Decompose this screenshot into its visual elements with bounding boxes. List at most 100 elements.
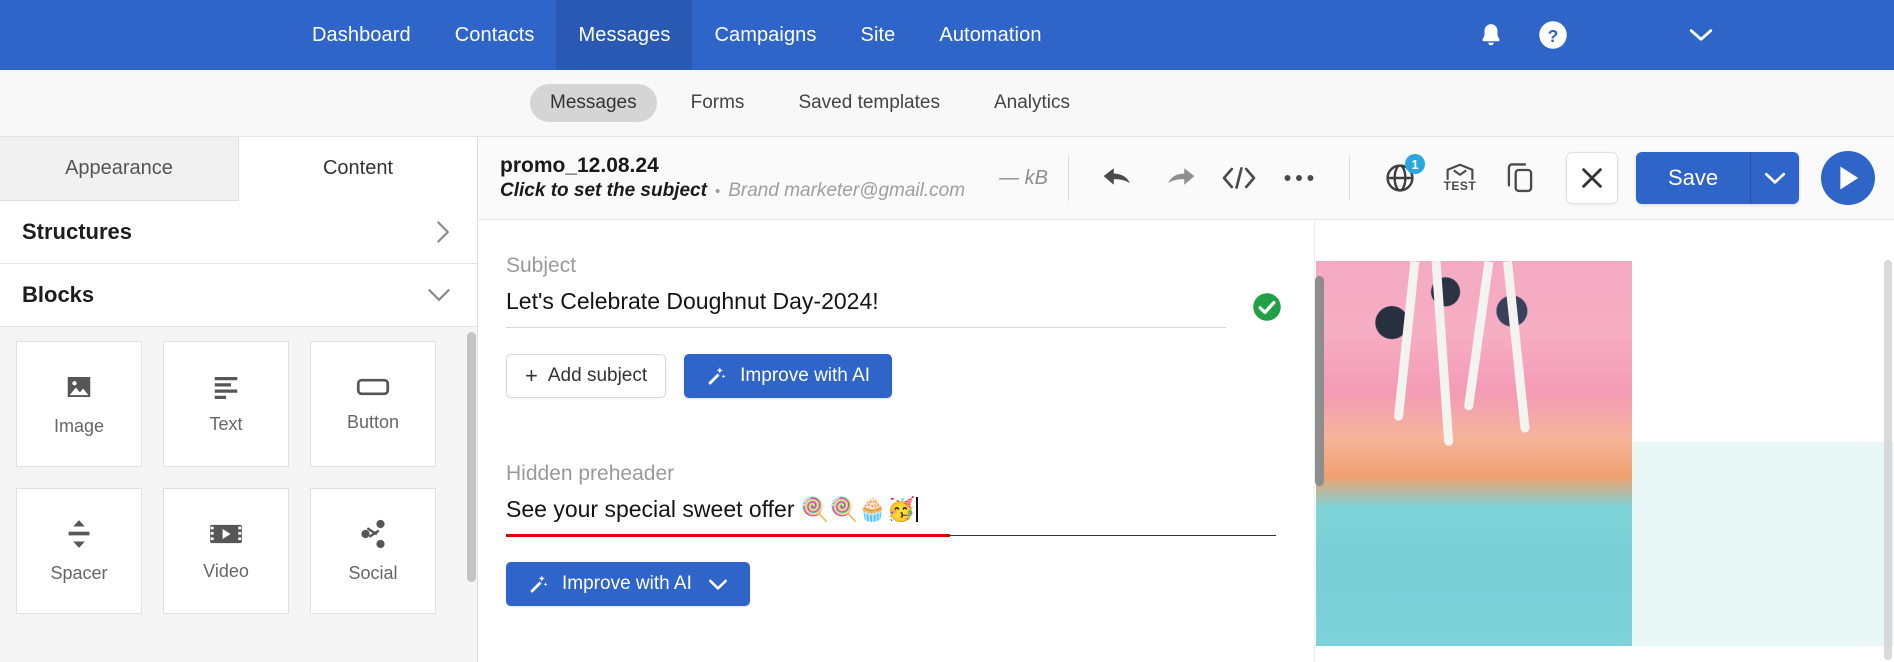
editor-column: promo_12.08.24 Click to set the subject … [478, 137, 1894, 662]
subject-field-group: Subject Let's Celebrate Doughnut Day-202… [506, 254, 1314, 398]
block-image[interactable]: Image [16, 341, 142, 467]
close-icon[interactable] [1565, 152, 1618, 204]
nav-item-messages[interactable]: Messages [556, 0, 693, 70]
left-sidebar-panel: Appearance Content Structures Blocks Ima… [0, 137, 478, 662]
top-nav-right-icons: ? [1444, 0, 1894, 70]
page-scrollbar-thumb[interactable] [1884, 260, 1892, 660]
chevron-down-icon[interactable] [1688, 27, 1714, 43]
globe-badge: 1 [1404, 154, 1425, 174]
section-title: Blocks [22, 282, 95, 307]
block-spacer[interactable]: Spacer [16, 488, 142, 614]
subject-label: Subject [506, 254, 577, 277]
preview-scrollbar-thumb[interactable] [1315, 276, 1324, 486]
sidebar-tab-content[interactable]: Content [239, 137, 477, 201]
bell-icon[interactable] [1478, 21, 1504, 49]
nav-item-campaigns[interactable]: Campaigns [692, 0, 838, 70]
improve-preheader-with-ai-button[interactable]: Improve with AI [506, 562, 750, 606]
video-icon [209, 521, 243, 547]
save-button[interactable]: Save [1635, 152, 1752, 204]
text-caret [916, 497, 919, 522]
sidebar-tab-label: Content [322, 157, 394, 179]
workspace: Appearance Content Structures Blocks Ima… [0, 137, 1894, 662]
nav-item-label: Contacts [454, 23, 535, 46]
subject-input[interactable]: Let's Celebrate Doughnut Day-2024! [506, 288, 1226, 328]
undo-icon[interactable] [1096, 155, 1142, 201]
preheader-label: Hidden preheader [506, 462, 675, 485]
sidebar-tabs: Appearance Content [0, 137, 477, 201]
help-circle-icon[interactable]: ? [1538, 20, 1568, 50]
block-label: Spacer [50, 562, 108, 583]
duplicate-icon[interactable] [1497, 155, 1543, 201]
code-icon[interactable] [1216, 155, 1262, 201]
tab-forms[interactable]: Forms [671, 84, 765, 122]
block-label: Button [346, 411, 400, 432]
share-icon [359, 519, 387, 549]
preheader-actions: Improve with AI [506, 562, 1314, 606]
improve-subject-with-ai-button[interactable]: Improve with AI [684, 354, 893, 398]
spellcheck-underline [506, 534, 950, 537]
block-label: Social [348, 562, 398, 583]
nav-item-contacts[interactable]: Contacts [433, 0, 557, 70]
editor-body: Subject Let's Celebrate Doughnut Day-202… [478, 220, 1894, 662]
message-meta: promo_12.08.24 Click to set the subject … [500, 153, 965, 204]
tab-label: Analytics [993, 92, 1070, 113]
section-title: Structures [22, 219, 133, 244]
sidebar-tab-label: Appearance [65, 157, 173, 179]
tab-label: Messages [550, 92, 637, 113]
tab-messages[interactable]: Messages [530, 84, 657, 122]
add-subject-button[interactable]: + Add subject [506, 354, 667, 398]
nav-item-site[interactable]: Site [839, 0, 918, 70]
button-icon [356, 376, 390, 398]
sidebar-scrollbar[interactable] [467, 332, 476, 662]
nav-item-dashboard[interactable]: Dashboard [290, 0, 433, 70]
message-size: — kB [999, 166, 1048, 189]
add-subject-label: Add subject [547, 365, 648, 386]
set-subject-link[interactable]: Click to set the subject [500, 179, 707, 204]
save-dropdown-chevron-down-icon[interactable] [1751, 152, 1800, 204]
top-navigation-bar: Dashboard Contacts Messages Campaigns Si… [0, 0, 1894, 70]
plus-icon: + [525, 363, 538, 388]
nav-item-label: Dashboard [312, 23, 411, 46]
chevron-down-icon[interactable] [708, 578, 728, 591]
preheader-text: See your special sweet offer [506, 496, 795, 522]
toolbar-divider [1067, 155, 1069, 201]
block-label: Image [53, 415, 105, 436]
blocks-palette: Image Text Button Spacer Video Social [0, 327, 477, 662]
separator-dot: • [714, 182, 721, 200]
preview-image[interactable] [1316, 261, 1632, 646]
section-structures[interactable]: Structures [0, 201, 477, 264]
section-blocks[interactable]: Blocks [0, 264, 477, 327]
text-lines-icon [211, 374, 241, 400]
svg-text:?: ? [1548, 26, 1559, 46]
subject-row: Let's Celebrate Doughnut Day-2024! [506, 288, 1314, 328]
more-icon[interactable] [1276, 155, 1322, 201]
block-social[interactable]: Social [310, 488, 436, 614]
preview-accent-band [1632, 442, 1894, 646]
block-button[interactable]: Button [310, 341, 436, 467]
play-icon[interactable] [1821, 151, 1876, 205]
nav-item-automation[interactable]: Automation [917, 0, 1063, 70]
block-label: Text [209, 413, 243, 434]
redo-icon[interactable] [1156, 155, 1202, 201]
block-text[interactable]: Text [163, 341, 289, 467]
spacer-icon [65, 519, 93, 549]
top-nav-items: Dashboard Contacts Messages Campaigns Si… [290, 0, 1064, 70]
sidebar-tab-appearance[interactable]: Appearance [0, 137, 239, 201]
blocks-grid: Image Text Button Spacer Video Social [16, 341, 461, 614]
preheader-emoji: 🍭🍭🧁🥳 [800, 497, 916, 523]
message-settings-form: Subject Let's Celebrate Doughnut Day-202… [478, 220, 1314, 662]
check-circle-icon [1252, 292, 1282, 327]
sidebar-scrollbar-thumb[interactable] [467, 332, 476, 582]
tab-analytics[interactable]: Analytics [974, 84, 1090, 122]
tab-saved-templates[interactable]: Saved templates [778, 84, 960, 122]
image-icon [64, 372, 94, 402]
preheader-input[interactable]: See your special sweet offer 🍭🍭🧁🥳 [506, 496, 1276, 537]
block-video[interactable]: Video [163, 488, 289, 614]
globe-icon[interactable]: 1 [1377, 154, 1425, 201]
preheader-field-group: Hidden preheader See your special sweet … [506, 462, 1314, 606]
test-icon[interactable]: TEST [1437, 155, 1483, 201]
message-title[interactable]: promo_12.08.24 [500, 153, 965, 179]
tab-label: Forms [690, 92, 745, 113]
sub-navigation-bar: Messages Forms Saved templates Analytics [0, 70, 1894, 137]
save-button-group: Save [1635, 152, 1800, 204]
